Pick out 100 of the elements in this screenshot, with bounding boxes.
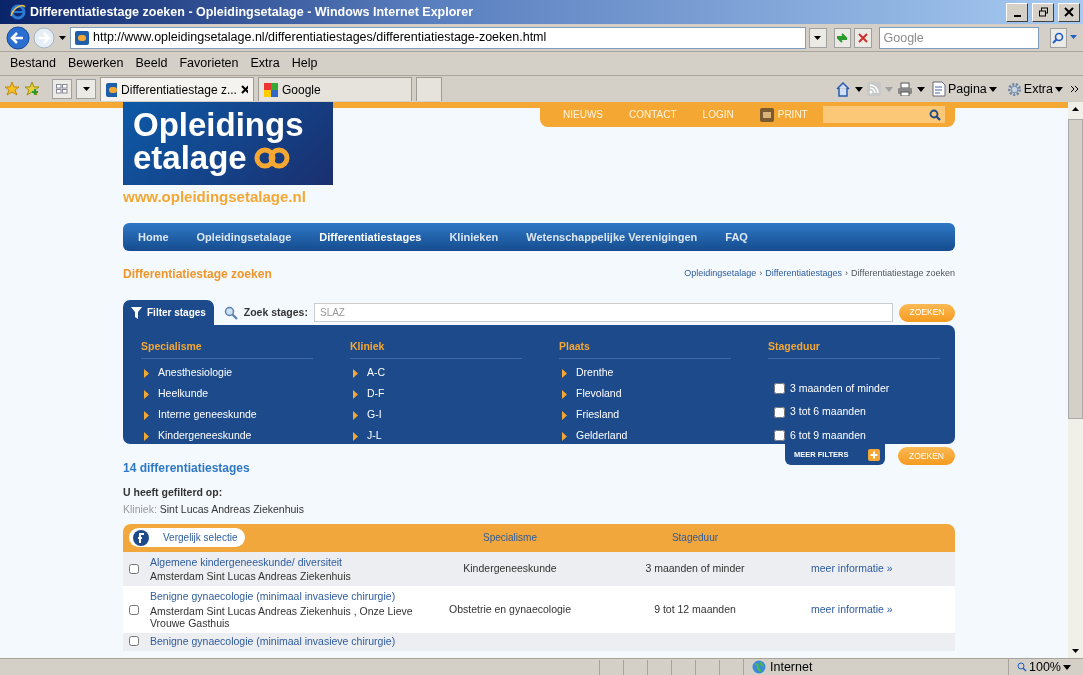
- plus-icon: [868, 448, 880, 461]
- search-label: Zoek stages:: [243, 304, 308, 320]
- filter-tab[interactable]: Filter stages: [123, 300, 214, 325]
- menu-item[interactable]: Beeld: [129, 54, 174, 73]
- arrow-icon: [562, 431, 567, 441]
- minimize-button[interactable]: [1006, 2, 1028, 22]
- menu-item[interactable]: Bestand: [4, 54, 62, 73]
- filter-link[interactable]: G-I: [350, 404, 522, 426]
- arrow-icon: [144, 389, 149, 399]
- filter-heading: Stageduur: [768, 339, 940, 359]
- nav-link[interactable]: FAQ: [718, 228, 755, 246]
- filter-heading: Kliniek: [350, 339, 522, 359]
- search-field[interactable]: SLAZ: [313, 303, 893, 322]
- compare-icon: [133, 529, 149, 546]
- filter-link[interactable]: Flevoland: [559, 383, 731, 405]
- stop-button[interactable]: [854, 27, 872, 48]
- more-info-link[interactable]: meer informatie »: [800, 560, 955, 577]
- arrow-icon: [353, 410, 358, 420]
- command-button[interactable]: Extra: [1003, 79, 1066, 99]
- filter-link[interactable]: Interne geneeskunde: [141, 404, 313, 426]
- filter-checkbox[interactable]: [774, 430, 785, 441]
- browser-tab[interactable]: Google: [258, 77, 412, 101]
- filter-checkbox[interactable]: [774, 406, 785, 418]
- restore-icon: [1037, 7, 1049, 17]
- arrow-icon: [144, 431, 149, 441]
- menu-item[interactable]: Extra: [244, 54, 286, 73]
- globe-icon: [752, 660, 766, 674]
- print-icon: [759, 107, 774, 122]
- menu-item[interactable]: Bewerken: [61, 54, 130, 73]
- page-icon: [931, 81, 946, 97]
- page-title: Differentiatiestage zoeken: [123, 266, 272, 283]
- result-count: 14 differentiatiestages: [123, 460, 251, 477]
- site-search-field[interactable]: [823, 106, 945, 123]
- table-cell-text: Obstetrie en gynaecologie: [448, 601, 572, 617]
- filter-checkbox[interactable]: [774, 383, 785, 394]
- row-title-link[interactable]: Benigne gynaecologie (minimaal invasieve chirurgie): [150, 590, 430, 603]
- scrollbar[interactable]: [1068, 102, 1083, 658]
- close-tab-icon[interactable]: [240, 85, 248, 94]
- menu-item[interactable]: Help: [285, 54, 324, 73]
- more-info-link[interactable]: meer informatie »: [800, 601, 955, 618]
- filter-link[interactable]: D-F: [350, 383, 522, 405]
- filter-heading: Specialisme: [141, 339, 313, 359]
- nav-link[interactable]: Opleidingsetalage: [189, 228, 299, 246]
- search-icon[interactable]: [929, 108, 941, 121]
- caret-icon: [1063, 664, 1071, 670]
- search-options-button[interactable]: [1070, 35, 1077, 40]
- back-button[interactable]: [6, 25, 30, 50]
- search-field[interactable]: Google: [878, 26, 1039, 49]
- google-icon: [264, 82, 278, 97]
- home-icon[interactable]: [834, 81, 851, 97]
- column-header: Stageduur: [670, 531, 720, 545]
- caret-icon: [1070, 35, 1077, 40]
- compare-button[interactable]: Vergelijk selectie: [129, 528, 246, 547]
- row-location: Amsterdam Sint Lucas Andreas Ziekenhuis , Onze Lieve Vrouwe Gasthuis: [150, 604, 414, 629]
- refresh-button[interactable]: [833, 27, 851, 48]
- close-button[interactable]: [1058, 2, 1080, 22]
- logo-text: Opleidings: [133, 108, 305, 141]
- menu-item[interactable]: Favorieten: [173, 54, 245, 73]
- logo[interactable]: Opleidings etalage: [123, 102, 333, 185]
- favorites-star-icon[interactable]: [4, 81, 20, 97]
- filter-link[interactable]: Drenthe: [559, 362, 731, 384]
- filter-link[interactable]: J-L: [350, 425, 522, 447]
- restore-button[interactable]: [1032, 2, 1054, 22]
- arrow-icon: [562, 389, 567, 399]
- zoom-button[interactable]: 100%: [1008, 657, 1083, 675]
- breadcrumb-link[interactable]: Opleidingsetalage: [684, 267, 757, 281]
- breadcrumb-separator: ›: [845, 267, 849, 281]
- row-title-link[interactable]: Algemene kindergeneeskunde/ diversiteit: [150, 555, 430, 569]
- print-icon[interactable]: [896, 82, 913, 96]
- nav-link[interactable]: Home: [131, 228, 176, 246]
- caret-icon: [82, 86, 90, 92]
- row-checkbox[interactable]: [129, 604, 139, 615]
- filter-link[interactable]: Kindergeneeskunde: [141, 425, 313, 447]
- table-cell-text: Kindergeneeskunde: [462, 560, 558, 576]
- nav-link[interactable]: Klinieken: [442, 228, 506, 246]
- refresh-icon: [835, 31, 850, 44]
- row-checkbox[interactable]: [129, 563, 139, 574]
- browser-tab[interactable]: Differentiatiestage z...: [100, 77, 254, 101]
- site-icon: [106, 82, 118, 97]
- filter-link[interactable]: Friesland: [559, 404, 731, 426]
- breadcrumb-link[interactable]: Differentiatiestages: [765, 267, 843, 281]
- filter-link[interactable]: Gelderland: [559, 425, 731, 447]
- address-dropdown-button[interactable]: [809, 27, 827, 48]
- filter-link[interactable]: Heelkunde: [141, 383, 313, 405]
- row-checkbox[interactable]: [129, 636, 139, 647]
- chevron-icon[interactable]: [1070, 85, 1079, 93]
- table-cell-text: 9 tot 12 maanden: [653, 601, 737, 617]
- site-icon: [75, 30, 89, 45]
- nav-link[interactable]: Wetenschappelijke Verenigingen: [519, 228, 705, 246]
- checkbox-label: 3 maanden of minder: [790, 380, 890, 396]
- tab-list-button[interactable]: [76, 79, 96, 99]
- nav-link[interactable]: Differentiatiestages: [312, 228, 429, 246]
- history-dropdown-button[interactable]: [58, 34, 67, 41]
- filter-link[interactable]: Anesthesiologie: [141, 362, 313, 384]
- address-field[interactable]: http://www.opleidingsetalage.nl/differentiatiestages/differentiatiestage-zoeken.html: [70, 26, 806, 49]
- search-button[interactable]: [1049, 27, 1067, 48]
- caret-icon: [988, 86, 997, 92]
- stop-icon: [856, 31, 869, 44]
- command-button[interactable]: Pagina: [928, 79, 1000, 99]
- filter-link[interactable]: A-C: [350, 362, 522, 384]
